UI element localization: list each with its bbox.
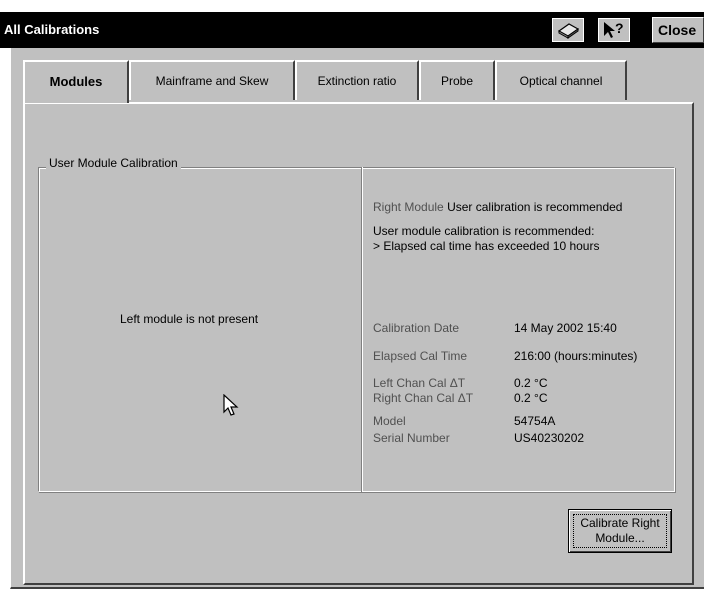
eraser-icon[interactable] xyxy=(552,18,584,42)
tab-extinction-ratio[interactable]: Extinction ratio xyxy=(295,60,419,100)
group-title: User Module Calibration xyxy=(46,156,181,170)
calibration-dialog: Modules Mainframe and Skew Extinction ra… xyxy=(10,48,704,589)
tab-mainframe-and-skew[interactable]: Mainframe and Skew xyxy=(129,60,295,100)
close-button[interactable]: Close xyxy=(652,17,704,43)
modules-tab-panel xyxy=(23,102,694,585)
tab-modules[interactable]: Modules xyxy=(23,60,129,103)
mouse-cursor-icon xyxy=(223,393,239,421)
title-bar: All Calibrations ? Close xyxy=(0,12,704,48)
whats-this-help-icon[interactable]: ? xyxy=(598,18,630,42)
svg-text:?: ? xyxy=(615,20,624,36)
tab-probe[interactable]: Probe xyxy=(419,60,495,100)
tab-optical-channel[interactable]: Optical channel xyxy=(495,60,627,100)
window-title: All Calibrations xyxy=(4,22,100,37)
